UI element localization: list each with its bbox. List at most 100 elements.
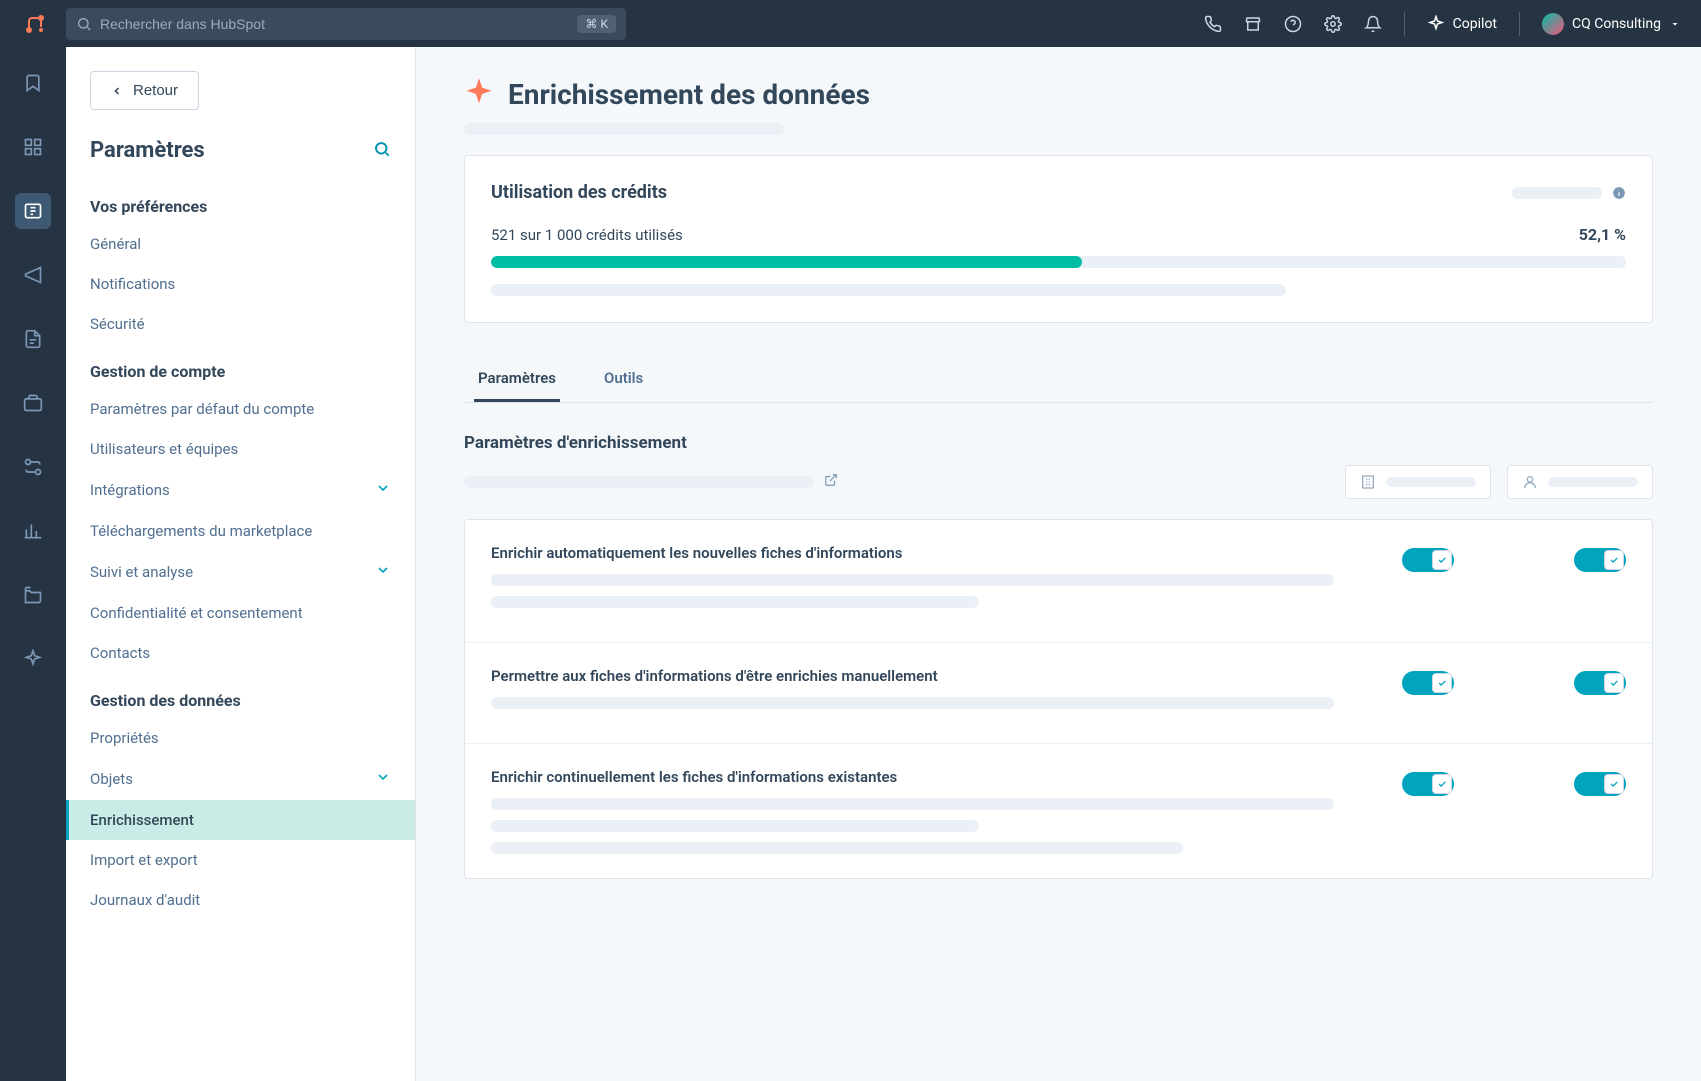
sidebar-item[interactable]: Intégrations <box>66 469 415 511</box>
sidebar-item[interactable]: Contacts <box>66 633 415 673</box>
sidebar-item-label: Notifications <box>90 275 175 293</box>
chevron-down-icon <box>375 562 391 582</box>
skeleton <box>491 284 1286 296</box>
notifications-icon[interactable] <box>1364 15 1382 33</box>
nav-reporting[interactable] <box>15 513 51 549</box>
global-search[interactable]: ⌘ K <box>66 8 626 40</box>
marketplace-icon[interactable] <box>1244 15 1262 33</box>
account-menu[interactable]: CQ Consulting <box>1542 13 1681 35</box>
setting-title: Enrichir automatiquement les nouvelles f… <box>491 544 1378 562</box>
credits-progressbar-fill <box>491 256 1082 268</box>
toggle-switch[interactable] <box>1574 548 1626 572</box>
sidebar-item[interactable]: Sécurité <box>66 304 415 344</box>
nav-commerce[interactable] <box>15 385 51 421</box>
search-input[interactable] <box>100 16 569 32</box>
search-icon <box>373 140 391 158</box>
credits-text: 521 sur 1 000 crédits utilisés <box>491 226 683 244</box>
nav-ai[interactable] <box>15 641 51 677</box>
company-filter-button[interactable] <box>1345 465 1491 499</box>
skeleton <box>491 820 979 832</box>
external-link-icon[interactable] <box>824 473 838 491</box>
topbar-actions: Copilot CQ Consulting <box>1204 12 1681 36</box>
nav-workspaces[interactable] <box>15 129 51 165</box>
tab[interactable]: Outils <box>600 357 647 402</box>
toggle-switch[interactable] <box>1402 772 1454 796</box>
nav-bookmarks[interactable] <box>15 65 51 101</box>
chevron-left-icon <box>111 85 123 97</box>
search-settings-button[interactable] <box>373 140 391 162</box>
sidebar-item[interactable]: Paramètres par défaut du compte <box>66 389 415 429</box>
sidebar-item-label: Journaux d'audit <box>90 891 200 909</box>
sidebar-item-label: Paramètres par défaut du compte <box>90 400 314 418</box>
skeleton <box>1548 477 1638 487</box>
sidebar-item-label: Enrichissement <box>90 811 194 829</box>
back-label: Retour <box>133 82 178 99</box>
toggle-switch[interactable] <box>1574 772 1626 796</box>
skeleton <box>491 842 1183 854</box>
phone-icon[interactable] <box>1204 15 1222 33</box>
nav-content[interactable] <box>15 321 51 357</box>
sidebar-section-title: Vos préférences <box>66 197 415 224</box>
setting-row: Enrichir automatiquement les nouvelles f… <box>465 520 1652 643</box>
avatar <box>1542 13 1564 35</box>
back-button[interactable]: Retour <box>90 71 199 110</box>
sidebar-item[interactable]: Téléchargements du marketplace <box>66 511 415 551</box>
sidebar-item[interactable]: Objets <box>66 758 415 800</box>
tab[interactable]: Paramètres <box>474 357 560 402</box>
settings-sidebar: Retour Paramètres Vos préférencesGénéral… <box>66 47 416 1081</box>
setting-row: Permettre aux fiches d'informations d'êt… <box>465 643 1652 744</box>
sidebar-item-label: Objets <box>90 770 133 788</box>
nav-crm[interactable] <box>15 193 51 229</box>
skeleton <box>464 476 814 488</box>
main-content: Enrichissement des données Utilisation d… <box>416 47 1701 1081</box>
toggle-thumb <box>1604 550 1624 570</box>
toggle-switch[interactable] <box>1574 671 1626 695</box>
page-title: Enrichissement des données <box>508 78 870 111</box>
sidebar-section-title: Gestion de compte <box>66 362 415 389</box>
sidebar-item-label: Général <box>90 235 141 253</box>
skeleton <box>1386 477 1476 487</box>
settings-icon[interactable] <box>1324 15 1342 33</box>
contact-filter-button[interactable] <box>1507 465 1653 499</box>
sidebar-item-label: Propriétés <box>90 729 159 747</box>
credits-progressbar <box>491 256 1626 268</box>
help-icon[interactable] <box>1284 15 1302 33</box>
nav-rail <box>0 47 66 1081</box>
sidebar-item[interactable]: Confidentialité et consentement <box>66 593 415 633</box>
sidebar-item[interactable]: Import et export <box>66 840 415 880</box>
nav-library[interactable] <box>15 577 51 613</box>
skeleton <box>491 596 979 608</box>
sidebar-item[interactable]: Propriétés <box>66 718 415 758</box>
setting-title: Enrichir continuellement les fiches d'in… <box>491 768 1378 786</box>
hubspot-logo[interactable] <box>20 12 50 36</box>
sidebar-item[interactable]: Enrichissement <box>66 800 415 840</box>
check-icon <box>1609 678 1619 688</box>
enrichment-settings-card: Enrichir automatiquement les nouvelles f… <box>464 519 1653 879</box>
tabs: Paramètres Outils <box>464 357 1653 403</box>
info-icon[interactable] <box>1612 186 1626 200</box>
toggle-thumb <box>1604 673 1624 693</box>
toggle-switch[interactable] <box>1402 548 1454 572</box>
toggle-thumb <box>1432 774 1452 794</box>
copilot-button[interactable]: Copilot <box>1427 15 1497 33</box>
sidebar-item-label: Contacts <box>90 644 150 662</box>
sidebar-item[interactable]: Journaux d'audit <box>66 880 415 920</box>
sidebar-item[interactable]: Suivi et analyse <box>66 551 415 593</box>
check-icon <box>1437 779 1447 789</box>
sidebar-item[interactable]: Utilisateurs et équipes <box>66 429 415 469</box>
sidebar-item-label: Sécurité <box>90 315 145 333</box>
setting-row: Enrichir continuellement les fiches d'in… <box>465 744 1652 878</box>
sparkle-icon <box>464 77 494 111</box>
toggle-switch[interactable] <box>1402 671 1454 695</box>
sidebar-item-label: Intégrations <box>90 481 170 499</box>
divider <box>1404 12 1405 36</box>
nav-marketing[interactable] <box>15 257 51 293</box>
chevron-down-icon <box>1669 18 1681 30</box>
toggle-thumb <box>1604 774 1624 794</box>
sidebar-item-label: Confidentialité et consentement <box>90 604 303 622</box>
sidebar-item[interactable]: Notifications <box>66 264 415 304</box>
nav-automation[interactable] <box>15 449 51 485</box>
person-icon <box>1522 474 1538 490</box>
search-kbd-hint: ⌘ K <box>577 15 616 33</box>
sidebar-item[interactable]: Général <box>66 224 415 264</box>
